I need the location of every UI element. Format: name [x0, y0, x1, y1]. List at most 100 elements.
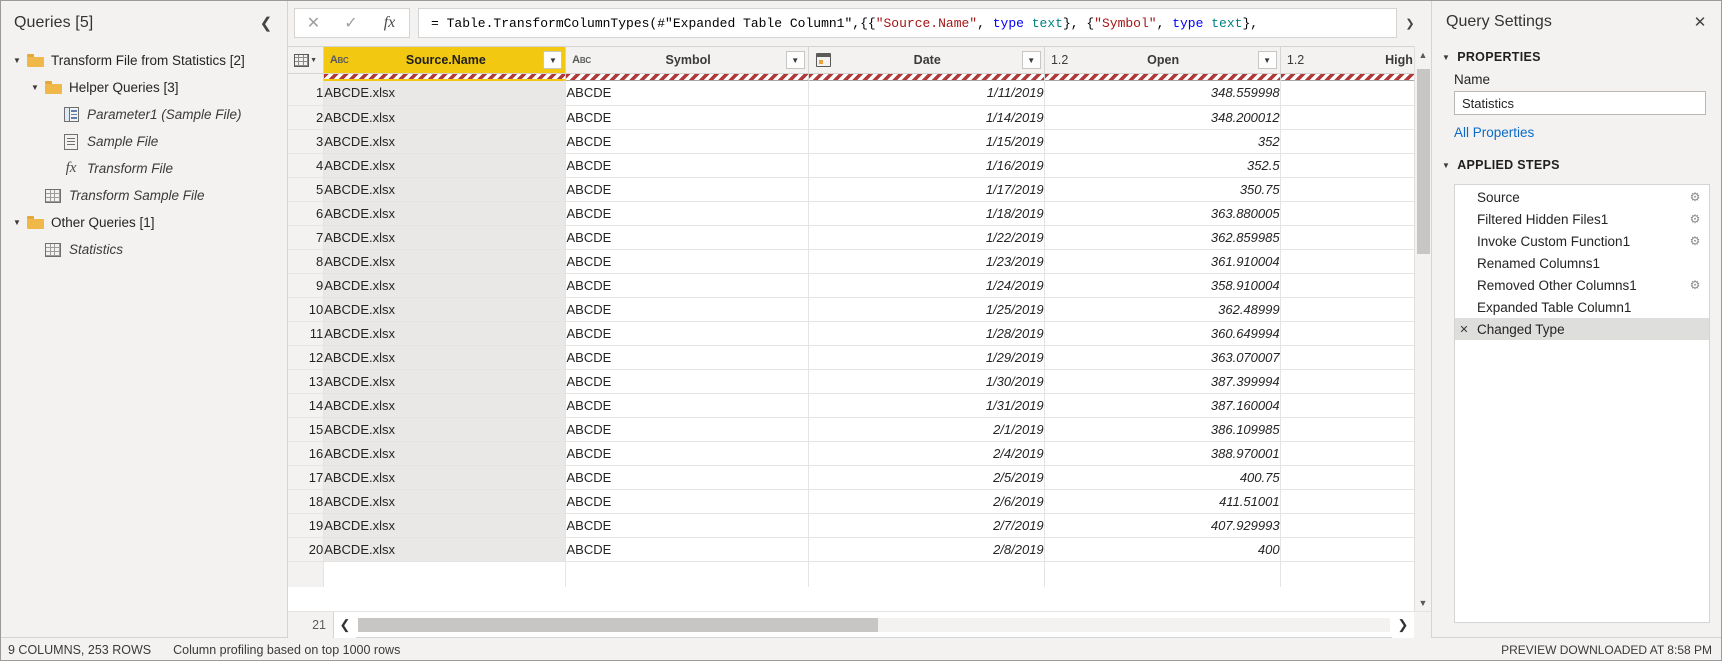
- table-cell-open[interactable]: 361.910004: [1044, 249, 1280, 273]
- table-row[interactable]: 1ABCDE.xlsxABCDE1/11/2019348.559998354.3…: [288, 81, 1414, 105]
- table-cell-high[interactable]: 367.320007: [1280, 201, 1414, 225]
- table-cell-source[interactable]: ABCDE.xlsx: [324, 345, 566, 369]
- query-tree-item[interactable]: ▼Transform File from Statistics [2]: [0, 47, 287, 74]
- table-row[interactable]: 13ABCDE.xlsxABCDE1/30/2019387.399994391.…: [288, 369, 1414, 393]
- cancel-formula-button[interactable]: ✕: [294, 8, 332, 38]
- table-cell-high[interactable]: 354.359985: [1280, 81, 1414, 105]
- select-all-table-icon[interactable]: ▼: [288, 47, 324, 74]
- table-cell-date[interactable]: 1/17/2019: [808, 177, 1044, 201]
- query-name-input[interactable]: Statistics: [1454, 91, 1706, 115]
- close-icon[interactable]: ✕: [1686, 8, 1714, 36]
- table-cell-symbol[interactable]: ABCDE: [566, 369, 808, 393]
- table-cell-date[interactable]: 1/25/2019: [808, 297, 1044, 321]
- table-cell-open[interactable]: 352: [1044, 129, 1280, 153]
- table-cell-source[interactable]: ABCDE.xlsx: [324, 489, 566, 513]
- table-row[interactable]: 18ABCDE.xlsxABCDE2/6/2019411.51001413.88…: [288, 489, 1414, 513]
- table-cell-date[interactable]: 1/31/2019: [808, 393, 1044, 417]
- query-tree-item[interactable]: ▼Transform Sample File: [0, 182, 287, 209]
- table-cell-high[interactable]: 391.970001: [1280, 369, 1414, 393]
- gear-icon[interactable]: ⚙: [1687, 234, 1703, 248]
- table-cell-high[interactable]: 410.350006: [1280, 513, 1414, 537]
- applied-step-item[interactable]: ✕Expanded Table Column1⚙: [1455, 296, 1709, 318]
- table-cell-date[interactable]: 2/4/2019: [808, 441, 1044, 465]
- table-cell-date[interactable]: 1/29/2019: [808, 345, 1044, 369]
- table-cell-date[interactable]: 1/16/2019: [808, 153, 1044, 177]
- table-cell-source[interactable]: ABCDE.xlsx: [324, 441, 566, 465]
- table-cell-date[interactable]: 1/22/2019: [808, 225, 1044, 249]
- table-row[interactable]: 17ABCDE.xlsxABCDE2/5/2019400.75410.75: [288, 465, 1414, 489]
- table-cell-date[interactable]: 2/5/2019: [808, 465, 1044, 489]
- fx-icon[interactable]: fx: [370, 8, 410, 38]
- all-properties-link[interactable]: All Properties: [1432, 115, 1722, 140]
- table-row[interactable]: 16ABCDE.xlsxABCDE2/4/2019388.970001397.0…: [288, 441, 1414, 465]
- table-row[interactable]: 2ABCDE.xlsxABCDE1/14/2019348.200012352.8…: [288, 105, 1414, 129]
- table-cell-symbol[interactable]: ABCDE: [566, 441, 808, 465]
- table-cell-symbol[interactable]: ABCDE: [566, 225, 808, 249]
- table-cell-high[interactable]: 397.070007: [1280, 441, 1414, 465]
- table-cell-high[interactable]: 388.98999: [1280, 393, 1414, 417]
- table-cell-source[interactable]: ABCDE.xlsx: [324, 297, 566, 321]
- table-row[interactable]: 20ABCDE.xlsxABCDE2/8/2019400404.959991: [288, 537, 1414, 561]
- table-cell-source[interactable]: ABCDE.xlsx: [324, 201, 566, 225]
- table-cell-open[interactable]: 407.929993: [1044, 513, 1280, 537]
- table-cell-open[interactable]: 386.109985: [1044, 417, 1280, 441]
- table-row[interactable]: 8ABCDE.xlsxABCDE1/23/2019361.910004362.2…: [288, 249, 1414, 273]
- delete-step-icon[interactable]: ✕: [1455, 323, 1473, 336]
- table-cell-source[interactable]: ABCDE.xlsx: [324, 105, 566, 129]
- table-cell-date[interactable]: 2/8/2019: [808, 537, 1044, 561]
- table-cell-open[interactable]: 387.160004: [1044, 393, 1280, 417]
- table-cell-date[interactable]: 1/28/2019: [808, 321, 1044, 345]
- table-cell-open[interactable]: 348.200012: [1044, 105, 1280, 129]
- table-cell-date[interactable]: 2/7/2019: [808, 513, 1044, 537]
- table-cell-open[interactable]: 352.5: [1044, 153, 1280, 177]
- table-cell-symbol[interactable]: ABCDE: [566, 273, 808, 297]
- gear-icon[interactable]: ⚙: [1687, 190, 1703, 204]
- query-tree-item[interactable]: ▼Parameter1 (Sample File): [0, 101, 287, 128]
- column-filter-dropdown-button[interactable]: ▼: [1258, 51, 1277, 69]
- table-cell-high[interactable]: 363.829987: [1280, 177, 1414, 201]
- table-cell-symbol[interactable]: ABCDE: [566, 297, 808, 321]
- table-cell-symbol[interactable]: ABCDE: [566, 81, 808, 105]
- gear-icon[interactable]: ⚙: [1687, 278, 1703, 292]
- chevron-down-icon[interactable]: ❯: [1397, 9, 1423, 37]
- table-cell-open[interactable]: 411.51001: [1044, 489, 1280, 513]
- table-row[interactable]: 4ABCDE.xlsxABCDE1/16/2019352.5355: [288, 153, 1414, 177]
- formula-input[interactable]: = Table.TransformColumnTypes(#"Expanded …: [418, 8, 1397, 38]
- gear-icon[interactable]: ⚙: [1687, 212, 1703, 226]
- collapse-queries-pane-button[interactable]: ❮: [255, 12, 277, 34]
- table-cell-high[interactable]: 353.320007: [1280, 129, 1414, 153]
- query-tree-item[interactable]: ▼Sample File: [0, 128, 287, 155]
- table-row[interactable]: 12ABCDE.xlsxABCDE1/29/2019363.070007367.…: [288, 345, 1414, 369]
- column-header-source-name[interactable]: ABCSource.Name▼: [324, 47, 566, 74]
- table-cell-date[interactable]: 1/18/2019: [808, 201, 1044, 225]
- table-cell-symbol[interactable]: ABCDE: [566, 249, 808, 273]
- chevron-up-icon[interactable]: ▲: [1415, 46, 1432, 63]
- table-cell-high[interactable]: 352.809998: [1280, 105, 1414, 129]
- table-cell-date[interactable]: 1/24/2019: [808, 273, 1044, 297]
- table-cell-source[interactable]: ABCDE.xlsx: [324, 225, 566, 249]
- table-cell-source[interactable]: ABCDE.xlsx: [324, 369, 566, 393]
- table-row[interactable]: 9ABCDE.xlsxABCDE1/24/2019358.910004363.1…: [288, 273, 1414, 297]
- table-row[interactable]: 15ABCDE.xlsxABCDE2/1/2019386.109985392.7…: [288, 417, 1414, 441]
- chevron-down-icon[interactable]: ▼: [10, 218, 24, 227]
- table-cell-symbol[interactable]: ABCDE: [566, 321, 808, 345]
- table-row[interactable]: 3ABCDE.xlsxABCDE1/15/2019352353.320007: [288, 129, 1414, 153]
- table-cell-high[interactable]: 362.200012: [1280, 249, 1414, 273]
- table-cell-high[interactable]: 363.179993: [1280, 273, 1414, 297]
- table-cell-source[interactable]: ABCDE.xlsx: [324, 177, 566, 201]
- column-header-date[interactable]: Date▼: [808, 47, 1044, 74]
- column-profiling-status[interactable]: Column profiling based on top 1000 rows: [173, 643, 400, 657]
- table-cell-date[interactable]: 1/11/2019: [808, 81, 1044, 105]
- table-cell-open[interactable]: 363.070007: [1044, 345, 1280, 369]
- query-tree-item[interactable]: ▼Other Queries [1]: [0, 209, 287, 236]
- table-cell-date[interactable]: 1/14/2019: [808, 105, 1044, 129]
- table-cell-open[interactable]: 400.75: [1044, 465, 1280, 489]
- column-header-open[interactable]: 1.2Open▼: [1044, 47, 1280, 74]
- applied-step-item[interactable]: ✕Invoke Custom Function1⚙: [1455, 230, 1709, 252]
- chevron-down-icon[interactable]: ▼: [28, 83, 42, 92]
- table-cell-open[interactable]: 388.970001: [1044, 441, 1280, 465]
- table-row[interactable]: 19ABCDE.xlsxABCDE2/7/2019407.929993410.3…: [288, 513, 1414, 537]
- table-cell-open[interactable]: 362.859985: [1044, 225, 1280, 249]
- table-row[interactable]: 10ABCDE.xlsxABCDE1/25/2019362.48999366.9…: [288, 297, 1414, 321]
- table-cell-symbol[interactable]: ABCDE: [566, 177, 808, 201]
